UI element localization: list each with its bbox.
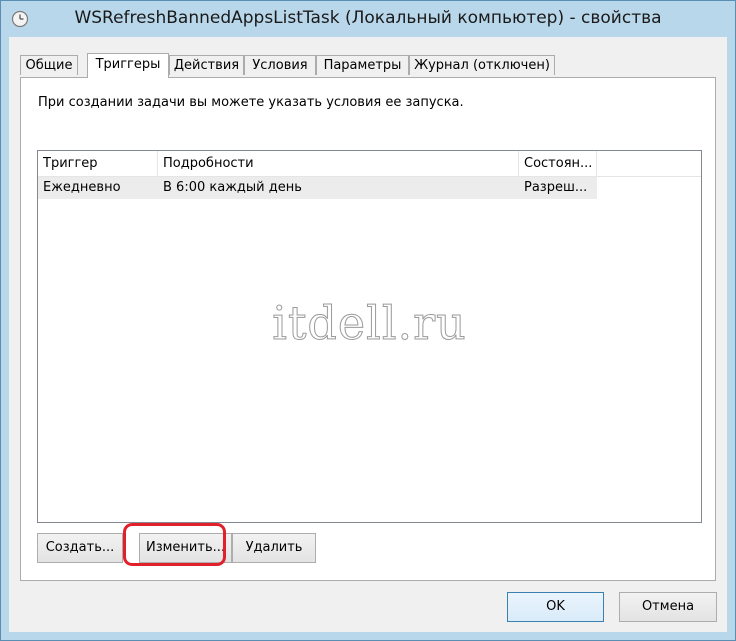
title-bar[interactable]: WSRefreshBannedAppsListTask (Локальный к… <box>1 1 735 37</box>
triggers-tab-panel: При создании задачи вы можете указать ус… <box>20 77 716 581</box>
tab-settings[interactable]: Параметры <box>316 55 409 75</box>
window-title: WSRefreshBannedAppsListTask (Локальный к… <box>74 8 662 28</box>
tab-conditions[interactable]: Условия <box>244 55 316 75</box>
intro-text: При создании задачи вы можете указать ус… <box>38 95 464 110</box>
create-button[interactable]: Создать... <box>37 533 123 563</box>
watermark: itdell.ru <box>272 296 467 351</box>
column-header-status[interactable]: Состоян... <box>519 151 597 176</box>
tab-actions[interactable]: Действия <box>169 55 244 75</box>
properties-window: WSRefreshBannedAppsListTask (Локальный к… <box>0 0 736 641</box>
cell-status: Разреш... <box>524 180 588 195</box>
column-header-trigger[interactable]: Триггер <box>38 151 158 176</box>
dialog-client-area: Общие Триггеры Действия Условия Параметр… <box>9 37 727 632</box>
tab-history[interactable]: Журнал (отключен) <box>409 55 555 75</box>
cell-details: В 6:00 каждый день <box>163 180 302 195</box>
cell-trigger: Ежедневно <box>43 180 121 195</box>
ok-button[interactable]: OK <box>507 592 604 622</box>
triggers-list[interactable]: Триггер Подробности Состоян... Ежедневно… <box>37 150 702 523</box>
tab-triggers[interactable]: Триггеры <box>87 53 169 78</box>
list-header: Триггер Подробности Состоян... <box>38 151 701 177</box>
tab-general[interactable]: Общие <box>20 55 78 75</box>
cancel-button[interactable]: Отмена <box>619 592 717 622</box>
table-row[interactable]: Ежедневно В 6:00 каждый день Разреш... <box>38 177 597 199</box>
delete-button[interactable]: Удалить <box>232 533 316 563</box>
column-header-details[interactable]: Подробности <box>158 151 519 176</box>
highlight-annotation <box>123 523 226 566</box>
